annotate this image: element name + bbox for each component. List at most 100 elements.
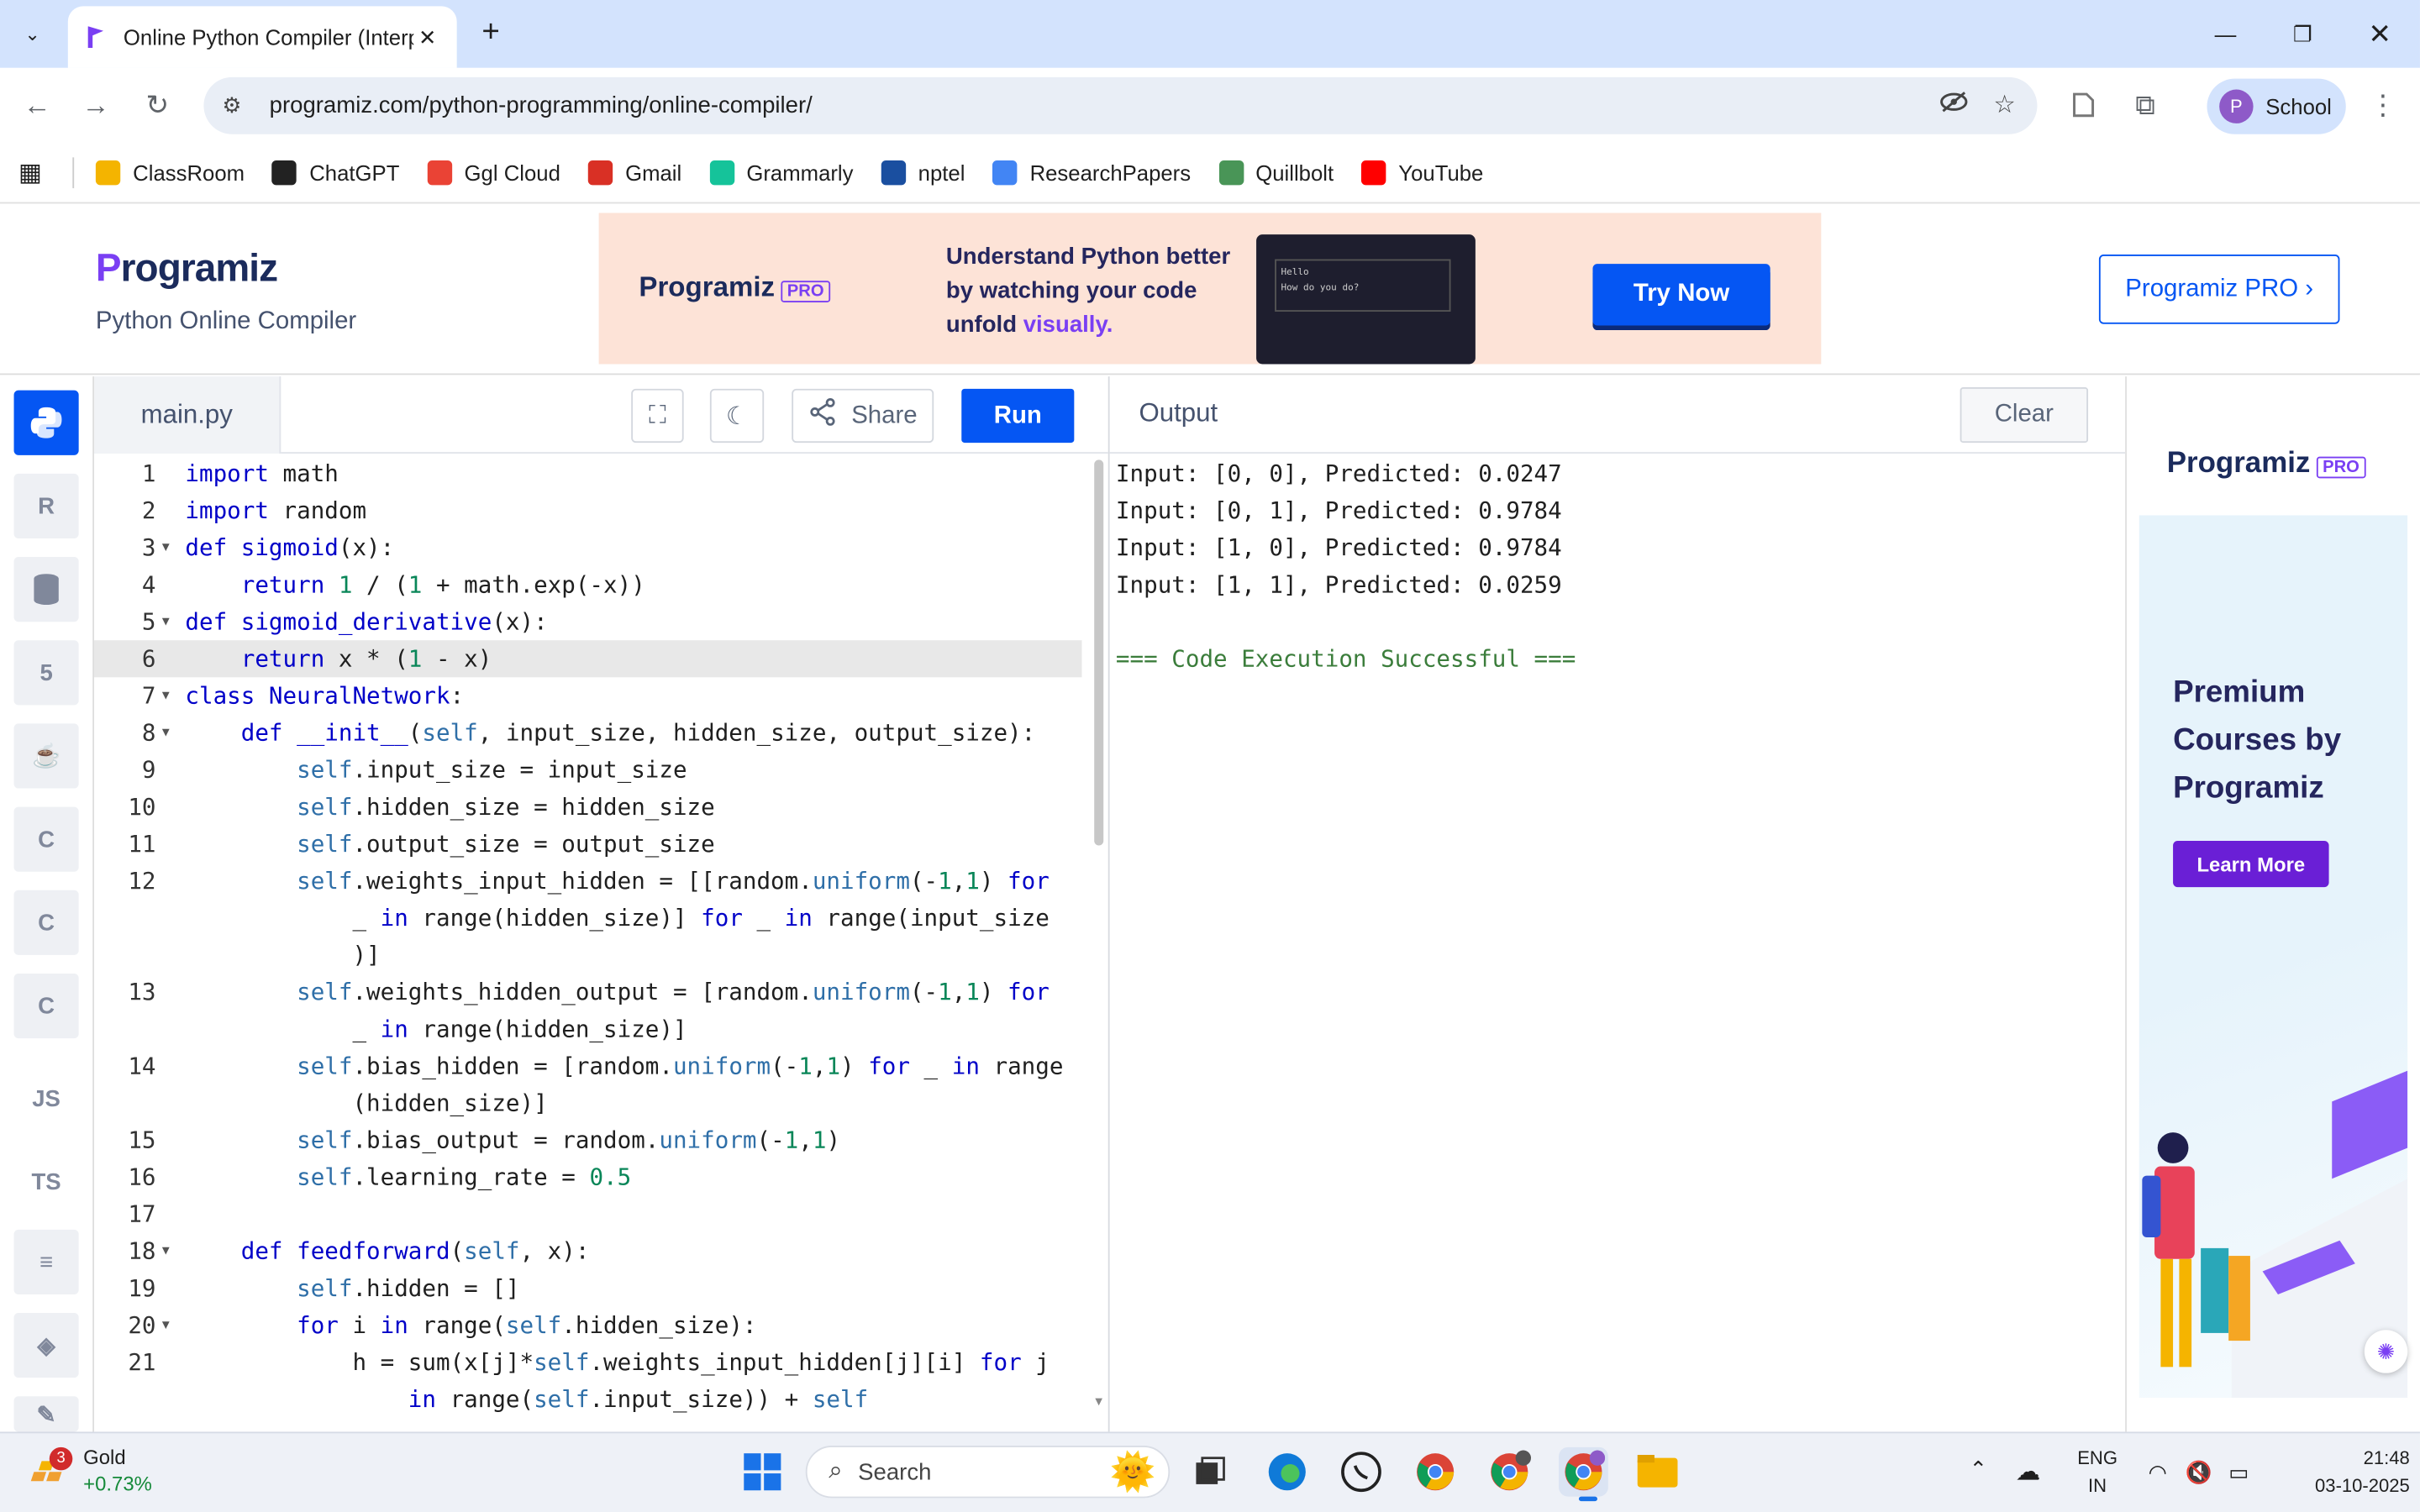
js-icon[interactable]: JS bbox=[13, 1066, 79, 1131]
clear-button[interactable]: Clear bbox=[1960, 387, 2089, 444]
bookmark-item[interactable]: ChatGPT bbox=[272, 160, 399, 185]
bookmark-item[interactable]: YouTube bbox=[1361, 160, 1483, 185]
extension-icon[interactable] bbox=[2059, 81, 2108, 130]
python-icon[interactable] bbox=[13, 390, 79, 455]
forward-button[interactable]: → bbox=[71, 81, 120, 130]
back-button[interactable]: ← bbox=[13, 81, 62, 130]
bookmark-item[interactable]: ResearchPapers bbox=[992, 160, 1192, 185]
input-language[interactable]: ENG IN bbox=[2077, 1444, 2118, 1499]
ts-icon[interactable]: TS bbox=[13, 1149, 79, 1215]
chevron-up-icon[interactable]: ⌃ bbox=[1970, 1457, 1988, 1483]
eye-off-icon[interactable] bbox=[1938, 90, 1969, 123]
bookmark-item[interactable]: nptel bbox=[881, 160, 965, 185]
bookmark-star-icon[interactable]: ☆ bbox=[1993, 90, 2015, 123]
fullscreen-icon[interactable]: ⛶ bbox=[631, 388, 684, 444]
browser-tab-active[interactable]: Online Python Compiler (Interp ✕ bbox=[67, 6, 457, 68]
go-icon[interactable]: ≡ bbox=[13, 1229, 79, 1294]
output-line: Input: [1, 1], Predicted: 0.0259 bbox=[1115, 570, 1562, 599]
kebab-menu-icon[interactable]: ⋮ bbox=[2358, 81, 2407, 130]
taskbar-search[interactable]: ⌕ Search 🌞 bbox=[805, 1445, 1171, 1499]
sql-icon[interactable] bbox=[13, 557, 79, 622]
chrome-profile-p-icon[interactable] bbox=[1559, 1446, 1608, 1497]
php-icon[interactable]: ◈ bbox=[13, 1313, 79, 1378]
banner-text-highlight: visually. bbox=[1023, 312, 1113, 339]
learn-more-button[interactable]: Learn More bbox=[2173, 841, 2329, 888]
run-button[interactable]: Run bbox=[961, 388, 1075, 444]
banner-text: Understand Python better by watching you… bbox=[946, 241, 1239, 343]
share-button[interactable]: Share bbox=[792, 388, 934, 444]
close-window-button[interactable]: ✕ bbox=[2349, 13, 2410, 55]
bookmark-item[interactable]: Gmail bbox=[587, 160, 681, 185]
csharp-icon[interactable]: C bbox=[13, 973, 79, 1039]
premium-ad[interactable]: Programiz PRO Premium Courses by Programi… bbox=[2139, 391, 2408, 1399]
address-bar[interactable]: ⚙ programiz.com/python-programming/onlin… bbox=[203, 76, 2038, 134]
r-icon[interactable]: R bbox=[13, 473, 79, 539]
code-text: return 1 / (1 + math.exp(-x)) bbox=[240, 570, 645, 599]
c-icon[interactable]: C bbox=[13, 806, 79, 872]
date: 03-10-2025 bbox=[2315, 1474, 2410, 1497]
bookmark-label: ResearchPapers bbox=[1029, 160, 1192, 185]
fold-arrow-icon[interactable]: ▼ bbox=[162, 603, 170, 640]
fold-arrow-icon[interactable]: ▼ bbox=[162, 529, 170, 566]
tab-close-icon[interactable]: ✕ bbox=[413, 24, 441, 50]
code-line: 16 self.learning_rate = 0.5 bbox=[94, 1158, 1081, 1195]
bookmark-item[interactable]: Grammarly bbox=[709, 160, 854, 185]
edge-icon[interactable] bbox=[1262, 1447, 1312, 1497]
site-info-icon[interactable]: ⚙ bbox=[222, 92, 241, 118]
ai-assistant-icon[interactable]: ✺ bbox=[2364, 1330, 2408, 1373]
windows-start-icon[interactable] bbox=[738, 1447, 787, 1497]
code-line: 18 ▼ def feedforward(self, x): bbox=[94, 1233, 1081, 1270]
line-number: 11 bbox=[128, 830, 156, 858]
battery-icon[interactable]: ▭ bbox=[2228, 1460, 2249, 1486]
swift-icon[interactable]: ✎ bbox=[13, 1396, 79, 1432]
tab-search-button[interactable]: ⌄ bbox=[9, 11, 55, 57]
code-editor[interactable]: 1 import math 2 import random 3 ▼ def sigmoi… bbox=[94, 453, 1092, 1432]
stock-widget[interactable]: 3 Gold +0.73% bbox=[28, 1444, 152, 1496]
reload-button[interactable]: ↻ bbox=[133, 81, 182, 130]
promo-banner[interactable]: Programiz PRO Understand Python better by… bbox=[598, 213, 1822, 365]
bookmark-item[interactable]: Ggl Cloud bbox=[427, 160, 560, 185]
apps-grid-icon[interactable]: ▦ bbox=[18, 156, 42, 187]
cpp-icon[interactable]: C bbox=[13, 890, 79, 955]
profile-chip[interactable]: P School bbox=[2207, 78, 2346, 134]
code-text: self.bias_output = random.uniform(-1,1) bbox=[297, 1126, 841, 1154]
volume-muted-icon[interactable]: 🔇 bbox=[2186, 1460, 2212, 1486]
code-text: self.hidden = [] bbox=[297, 1274, 520, 1303]
url-text: programiz.com/python-programming/online-… bbox=[269, 92, 813, 119]
restore-button[interactable]: ❐ bbox=[2272, 13, 2333, 55]
bookmark-label: Grammarly bbox=[746, 160, 854, 185]
panel-divider[interactable] bbox=[1107, 376, 1110, 1432]
programiz-pro-button[interactable]: Programiz PRO › bbox=[2098, 255, 2340, 324]
bookmark-item[interactable]: Quillbolt bbox=[1218, 160, 1334, 185]
onedrive-cloud-icon[interactable]: ☁ bbox=[2016, 1457, 2040, 1488]
stock-change: +0.73% bbox=[83, 1472, 152, 1495]
scroll-down-arrow-icon[interactable]: ▼ bbox=[1092, 1394, 1105, 1409]
programiz-logo[interactable]: Programiz bbox=[96, 247, 278, 291]
task-view-icon[interactable] bbox=[1186, 1447, 1235, 1497]
bookmark-item[interactable]: ClassRoom bbox=[96, 160, 245, 185]
whatsapp-icon[interactable] bbox=[1337, 1447, 1386, 1497]
output-console: Input: [0, 0], Predicted: 0.0247 Input: [… bbox=[1116, 455, 1576, 677]
editor-scroll-thumb[interactable] bbox=[1094, 459, 1104, 846]
classroom-icon bbox=[96, 160, 121, 185]
try-now-button[interactable]: Try Now bbox=[1592, 264, 1770, 326]
java-icon[interactable]: ☕ bbox=[13, 723, 79, 789]
wifi-icon[interactable]: ◠ bbox=[2149, 1460, 2167, 1486]
output-line: Input: [1, 0], Predicted: 0.9784 bbox=[1115, 533, 1562, 562]
share-icon bbox=[808, 397, 836, 433]
file-tab[interactable]: main.py bbox=[94, 376, 281, 454]
fold-arrow-icon[interactable]: ▼ bbox=[162, 1233, 170, 1270]
dark-mode-icon[interactable]: ☾ bbox=[709, 388, 765, 444]
file-explorer-icon[interactable] bbox=[1633, 1447, 1682, 1497]
fold-arrow-icon[interactable]: ▼ bbox=[162, 1307, 170, 1344]
extensions-puzzle-icon[interactable]: ⧉ bbox=[2121, 81, 2170, 130]
fold-arrow-icon[interactable]: ▼ bbox=[162, 714, 170, 751]
minimize-button[interactable]: — bbox=[2195, 13, 2256, 55]
html-icon[interactable]: 5 bbox=[13, 640, 79, 706]
new-tab-button[interactable]: + bbox=[472, 15, 509, 52]
fold-arrow-icon[interactable]: ▼ bbox=[162, 677, 170, 714]
clock[interactable]: 21:48 03-10-2025 bbox=[2315, 1444, 2410, 1499]
chrome-icon[interactable] bbox=[1411, 1447, 1460, 1497]
line-number: 13 bbox=[128, 978, 156, 1006]
chrome-profile-m-icon[interactable] bbox=[1485, 1447, 1534, 1497]
